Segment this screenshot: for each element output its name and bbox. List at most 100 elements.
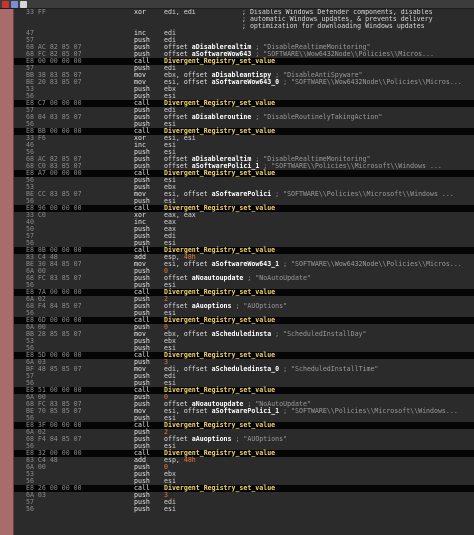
- grid-icon[interactable]: [20, 0, 27, 8]
- operand-text: edi, edi: [164, 9, 196, 16]
- string-comment: ; "SOFTWARE\\Policies\\Microsoft\\Window…: [259, 162, 442, 170]
- comment: ; optimization for downloading Windows u…: [242, 22, 425, 30]
- operands: esi, offset aSoftwareWow643_1 ; "SOFTWAR…: [164, 261, 462, 268]
- opcode-bytes: BF 48 85 85 07: [26, 366, 82, 373]
- disasm-row[interactable]: BF 48 85 85 07 mov edi, offset aScheduledi…: [14, 366, 474, 373]
- function-name[interactable]: Divergent_Registry_set_value: [164, 386, 275, 394]
- disasm-row[interactable]: 56 push esi: [14, 506, 474, 513]
- string-label[interactable]: aSoftwareWow643_1: [212, 260, 280, 268]
- string-label[interactable]: aDisableroutine: [192, 113, 252, 121]
- disasm-row[interactable]: 53 push ebx: [14, 86, 474, 93]
- disasm-row[interactable]: 68 F4 84 85 07 push offset aAuoptions ; "A…: [14, 436, 474, 443]
- operands: esi, offset aSoftwarePolici_1 ; "SOFTWAR…: [164, 408, 458, 415]
- opcode-bytes: E8 C7 00 00 00: [26, 100, 82, 107]
- disasm-row[interactable]: 57 push edi: [14, 373, 474, 380]
- disasm-row[interactable]: E8 A7 00 00 00 call Divergent_Registry_set…: [14, 170, 474, 177]
- app-icon[interactable]: [2, 0, 9, 8]
- string-label[interactable]: aSoftwarePolici: [212, 190, 272, 198]
- disasm-row[interactable]: BE CC 83 85 07 mov esi, offset aSoftwarePo…: [14, 191, 474, 198]
- opcode-bytes: 53: [26, 471, 34, 478]
- disasm-row[interactable]: BB 28 85 85 07 mov ebx, offset aScheduledi…: [14, 331, 474, 338]
- opcode-bytes: 56: [26, 198, 34, 205]
- disasm-row[interactable]: E8 BB 00 00 00 call Divergent_Registry_set…: [14, 128, 474, 135]
- string-comment: ; "ScheduledInstallTime": [279, 365, 379, 373]
- opcode-bytes: 6A 02: [26, 429, 46, 436]
- disasm-row[interactable]: 33 F6 xor esi, esi: [14, 135, 474, 142]
- graph-overview-strip[interactable]: [0, 9, 14, 535]
- disasm-row[interactable]: 57 push edi: [14, 499, 474, 506]
- disasm-row[interactable]: E8 32 00 00 00 call Divergent_Registry_set…: [14, 450, 474, 457]
- opcode-bytes: 40: [26, 219, 34, 226]
- disasm-row[interactable]: E8 96 00 00 00 call Divergent_Registry_set…: [14, 205, 474, 212]
- disasm-row[interactable]: E8 8B 00 00 00 call Divergent_Registry_set…: [14, 247, 474, 254]
- disasm-row[interactable]: BE 20 83 85 07 mov esi, offset aSoftwareWo…: [14, 79, 474, 86]
- disasm-row[interactable]: E8 51 00 00 00 call Divergent_Registry_set…: [14, 387, 474, 394]
- operand-text: offset: [183, 78, 212, 86]
- disasm-row[interactable]: 47 inc edi: [14, 30, 474, 37]
- opcode-bytes: 56: [26, 380, 34, 387]
- string-comment: ; "DisableRoutinelyTakingAction": [251, 113, 383, 121]
- disasm-row[interactable]: E8 6D 00 00 00 call Divergent_Registry_set…: [14, 317, 474, 324]
- disassembly-listing[interactable]: 33 FF xor edi, edi; Disables Windows Defen…: [14, 9, 474, 535]
- disasm-row[interactable]: E8 C7 00 00 00 call Divergent_Registry_set…: [14, 100, 474, 107]
- disasm-row[interactable]: 53 push ebx: [14, 471, 474, 478]
- string-label[interactable]: aScheduledinsta_0: [212, 365, 280, 373]
- opcode-bytes: 53: [26, 86, 34, 93]
- opcode-bytes: 68 FC 82 85 07: [26, 51, 82, 58]
- string-comment: ; "SOFTWARE\\Policies\\Microsoft\\Window…: [279, 407, 458, 415]
- disasm-row[interactable]: ; optimization for downloading Windows u…: [14, 23, 474, 30]
- operands: esi, offset aSoftwareWow643_0 ; "SOFTWAR…: [164, 79, 462, 86]
- opcode-bytes: 50: [26, 226, 34, 233]
- disasm-row[interactable]: 68 FC 83 85 07 push offset aNoautoupdate ;…: [14, 275, 474, 282]
- operands: offset aAuoptions ; "AUOptions": [164, 436, 287, 443]
- function-name[interactable]: Divergent_Registry_set_value: [164, 169, 275, 177]
- disasm-row[interactable]: 53 push ebx: [14, 338, 474, 345]
- disasm-row[interactable]: 83 C4 48 add esp, 48h: [14, 457, 474, 464]
- operands: Divergent_Registry_set_value: [164, 317, 275, 324]
- opcode-bytes: BB 38 83 85 07: [26, 72, 82, 79]
- opcode-bytes: 53: [26, 338, 34, 345]
- string-label[interactable]: aAuoptions: [192, 302, 232, 310]
- string-label[interactable]: aSoftwareWow643_0: [212, 78, 280, 86]
- function-name[interactable]: Divergent_Registry_set_value: [164, 288, 275, 296]
- disasm-row[interactable]: E8 26 00 00 00 call Divergent_Registry_set…: [14, 485, 474, 492]
- disasm-row[interactable]: 6A 03 push 3: [14, 492, 474, 499]
- function-name[interactable]: Divergent_Registry_set_value: [164, 99, 275, 107]
- disasm-row[interactable]: E8 7A 00 00 00 call Divergent_Registry_set…: [14, 289, 474, 296]
- operands: Divergent_Registry_set_value: [164, 58, 275, 65]
- opcode-bytes: 57: [26, 499, 34, 506]
- string-comment: ; "SOFTWARE\\Wow6432Node\\Policies\\Micr…: [251, 50, 434, 58]
- function-name[interactable]: Divergent_Registry_set_value: [164, 316, 275, 324]
- opcode-bytes: 33 F6: [26, 135, 46, 142]
- opcode-bytes: E8 96 00 00 00: [26, 205, 82, 212]
- disasm-row[interactable]: E8 5D 00 00 00 call Divergent_Registry_set…: [14, 352, 474, 359]
- bookmark-icon[interactable]: [11, 0, 18, 8]
- disasm-row[interactable]: E8 00 00 00 00 call Divergent_Registry_set…: [14, 58, 474, 65]
- opcode-bytes: 6A 00: [26, 464, 46, 471]
- opcode-bytes: 6A 02: [26, 296, 46, 303]
- disasm-row[interactable]: 68 F4 84 85 07 push offset aAuoptions ; "A…: [14, 303, 474, 310]
- disasm-row[interactable]: 46 inc esi: [14, 142, 474, 149]
- function-name[interactable]: Divergent_Registry_set_value: [164, 351, 275, 359]
- function-name[interactable]: Divergent_Registry_set_value: [164, 421, 275, 429]
- string-label[interactable]: aNoautoupdate: [192, 274, 244, 282]
- disasm-row[interactable]: 33 C0 xor eax, eax: [14, 212, 474, 219]
- disasm-row[interactable]: BE 70 85 85 07 mov esi, offset aSoftwarePo…: [14, 408, 474, 415]
- disasm-row[interactable]: 57 push edi: [14, 233, 474, 240]
- disasm-row[interactable]: BE 30 84 85 07 mov esi, offset aSoftwareWo…: [14, 261, 474, 268]
- function-name[interactable]: Divergent_Registry_set_value: [164, 57, 275, 65]
- disasm-row[interactable]: 56 push esi: [14, 177, 474, 184]
- string-label[interactable]: aScheduledinsta: [212, 330, 272, 338]
- opcode-bytes: 6A 00: [26, 394, 46, 401]
- disasm-row[interactable]: 40 inc eax: [14, 219, 474, 226]
- function-name[interactable]: Divergent_Registry_set_value: [164, 484, 275, 492]
- disasm-row[interactable]: 68 84 83 85 07 push offset aDisableroutine…: [14, 114, 474, 121]
- opcode-bytes: 46: [26, 142, 34, 149]
- string-label[interactable]: aSoftwarePolici_1: [212, 407, 280, 415]
- disasm-row[interactable]: E8 3F 00 00 00 call Divergent_Registry_set…: [14, 422, 474, 429]
- disasm-row[interactable]: 6A 00 push 0: [14, 464, 474, 471]
- string-label[interactable]: aAuoptions: [192, 435, 232, 443]
- disasm-row[interactable]: 50 push eax: [14, 226, 474, 233]
- operands: Divergent_Registry_set_value: [164, 352, 275, 359]
- mnemonic: push: [134, 505, 150, 513]
